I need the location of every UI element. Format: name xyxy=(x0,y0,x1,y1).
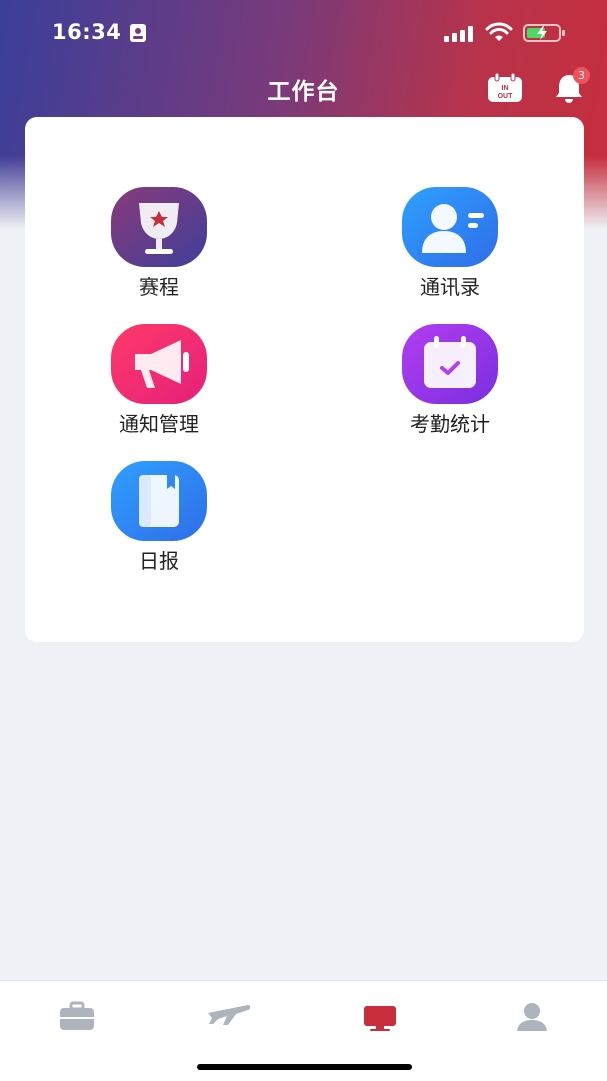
wifi-icon xyxy=(485,22,513,41)
status-time: 16:34 xyxy=(52,20,122,44)
svg-text:IN: IN xyxy=(502,85,509,92)
tile-schedule[interactable]: 赛程 xyxy=(79,187,239,307)
signal-icon xyxy=(444,26,473,42)
trophy-icon xyxy=(111,187,207,267)
tile-attendance-stats[interactable]: 考勤统计 xyxy=(370,324,530,444)
tile-label: 日报 xyxy=(139,549,179,573)
tile-contacts[interactable]: 通讯录 xyxy=(370,187,530,307)
tab-workbench[interactable] xyxy=(350,991,410,1031)
status-bar: 16:34 xyxy=(0,0,607,66)
megaphone-icon xyxy=(111,324,207,404)
notification-button[interactable]: 3 xyxy=(551,67,591,104)
tile-label: 通讯录 xyxy=(420,275,480,299)
airplane-icon xyxy=(208,1005,251,1025)
tile-daily-report[interactable]: 日报 xyxy=(79,461,239,581)
workbench-card: 赛程 通讯录 通知管理 考勤统计 日报 xyxy=(25,117,584,642)
tile-notice-management[interactable]: 通知管理 xyxy=(79,324,239,444)
clock-in-out-icon[interactable]: IN OUT xyxy=(487,73,523,103)
sim-card-icon xyxy=(130,24,146,42)
svg-text:OUT: OUT xyxy=(498,93,514,100)
tile-label: 赛程 xyxy=(139,275,179,299)
tab-travel[interactable] xyxy=(198,991,258,1031)
tab-work[interactable] xyxy=(47,991,107,1031)
contact-icon xyxy=(402,187,498,267)
tile-label: 考勤统计 xyxy=(410,412,490,436)
home-indicator[interactable] xyxy=(197,1064,412,1070)
monitor-icon xyxy=(364,1006,396,1031)
calendar-check-icon xyxy=(402,324,498,404)
battery-icon xyxy=(523,24,565,42)
book-icon xyxy=(111,461,207,541)
briefcase-icon xyxy=(60,1001,94,1030)
notification-badge: 3 xyxy=(573,67,590,84)
tab-profile[interactable] xyxy=(502,991,562,1033)
tile-label: 通知管理 xyxy=(119,412,199,436)
person-icon xyxy=(517,1003,547,1033)
